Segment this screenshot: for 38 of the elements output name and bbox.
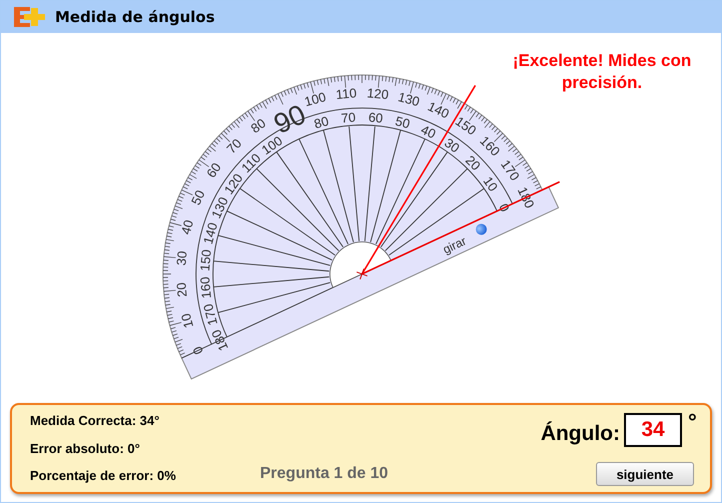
scale-label: 150 (197, 248, 214, 272)
scale-label: 100 (302, 89, 328, 110)
logo-icon (13, 6, 47, 28)
scale-label: 80 (312, 113, 330, 132)
window-title: Medida de ángulos (55, 8, 215, 26)
scale-label: 40 (178, 218, 196, 236)
scale-label: 180 (208, 327, 232, 354)
scale-label: 0 (190, 344, 206, 357)
rotate-label: girar (440, 234, 468, 257)
scale-label: 20 (174, 282, 190, 298)
scale-label: 70 (340, 110, 356, 126)
next-button[interactable]: siguiente (596, 462, 694, 486)
rotate-handle[interactable] (476, 224, 487, 235)
scale-label: 140 (200, 220, 220, 246)
scale-label: 110 (335, 85, 358, 102)
scale-label: 170 (200, 302, 220, 328)
result-text: Error absoluto: 0° (30, 440, 141, 456)
scale-label: 40 (418, 122, 438, 142)
scale-label: 180 (514, 184, 538, 210)
feedback-message: ¡Excelente! Mides con precisión. (512, 50, 692, 94)
scale-label: 130 (208, 194, 232, 221)
scale-label: 50 (394, 113, 412, 132)
result-text: Porcentaje de error: 0% (30, 468, 177, 483)
degree-sign: ° (688, 413, 698, 431)
center-hole (330, 242, 392, 288)
scale-label: 60 (368, 110, 384, 126)
scale-label: 140 (426, 98, 452, 122)
scale-label: 10 (178, 312, 196, 330)
scale-label: 120 (366, 85, 390, 102)
answer-field[interactable]: 34 (624, 413, 682, 447)
scale-label: 30 (174, 250, 190, 266)
question-counter: Pregunta 1 de 10 (260, 465, 388, 483)
vertex-mark (356, 268, 368, 280)
result-text: Medida Correcta: 34° (30, 413, 160, 428)
angle-label: Ángulo: (540, 422, 620, 446)
scale-label: 160 (197, 276, 214, 300)
scale-label: 130 (396, 89, 422, 110)
scale-label: 50 (188, 188, 208, 208)
